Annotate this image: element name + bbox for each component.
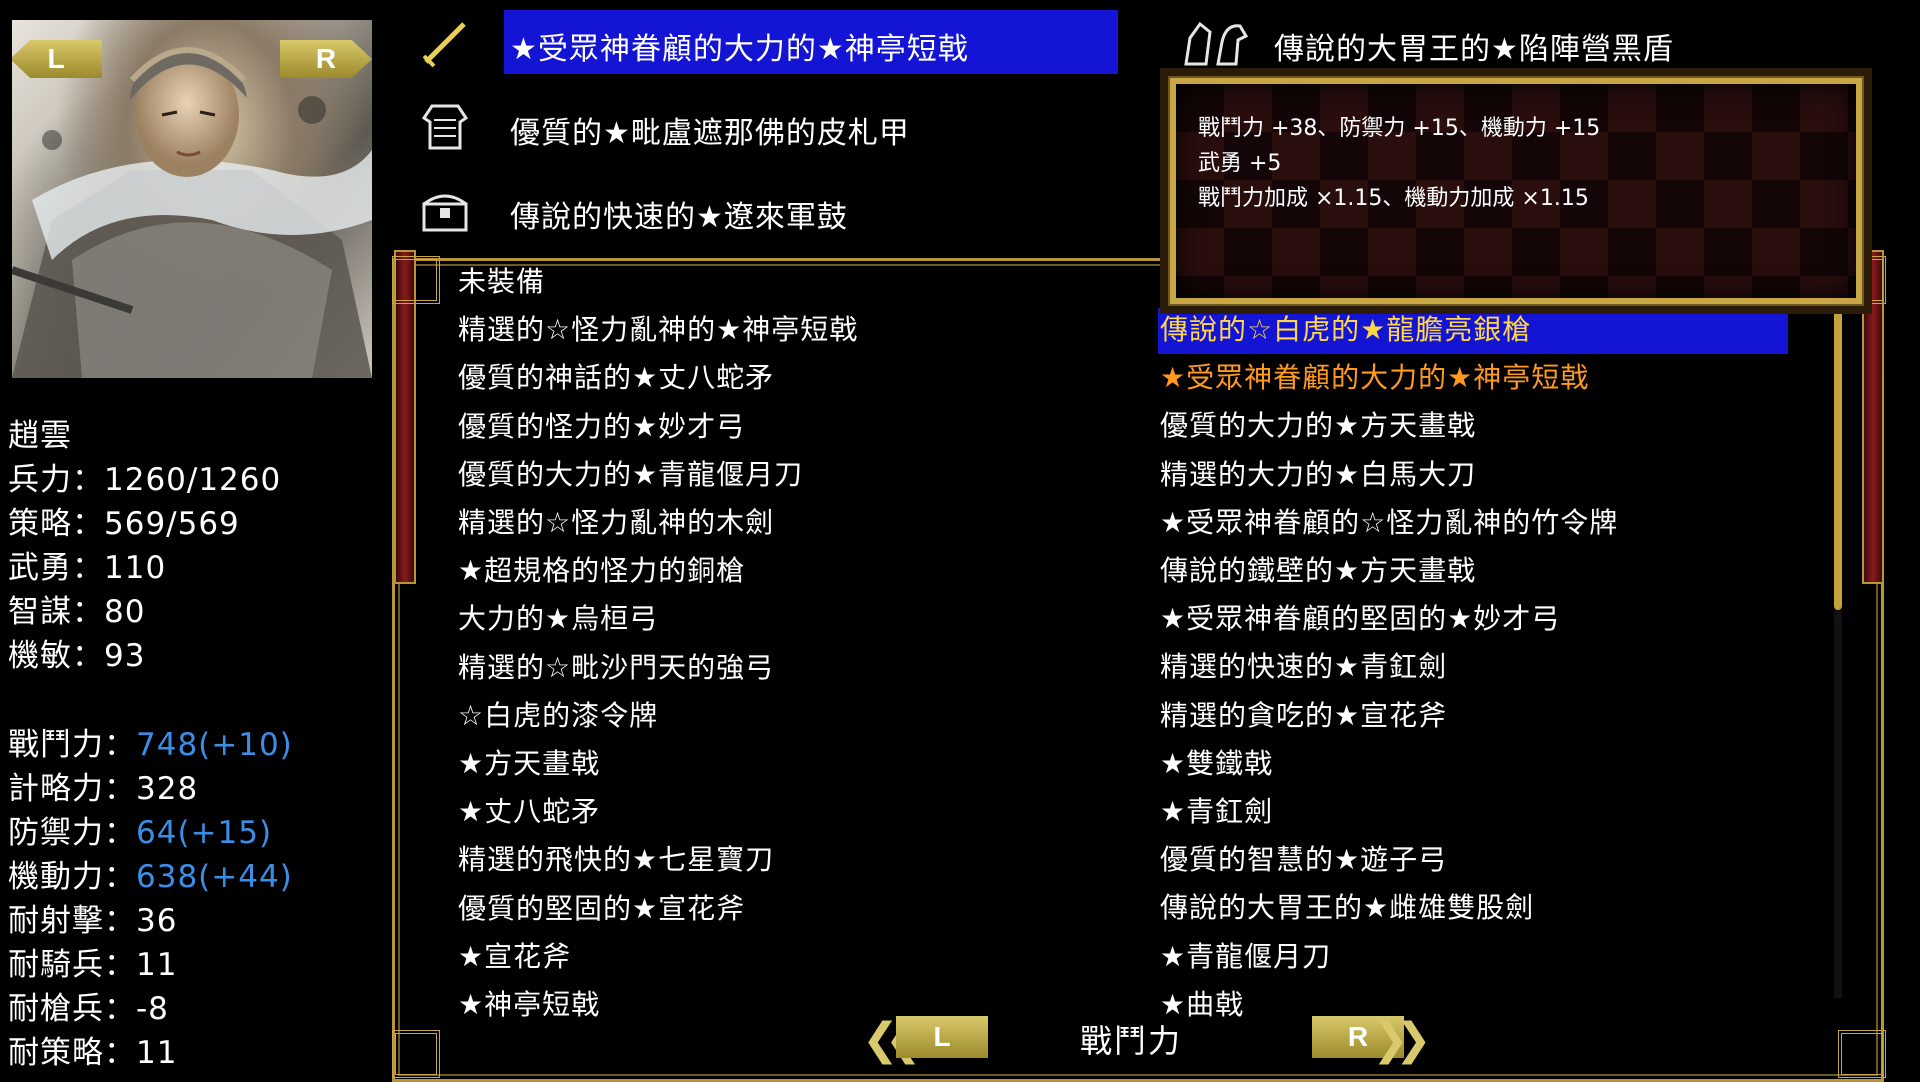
list-item[interactable]: ★方天畫戟	[458, 744, 600, 784]
stat-value: 11	[136, 947, 178, 983]
sword-icon	[420, 18, 470, 68]
list-item[interactable]: 精選的飛快的★七星寶刀	[458, 840, 774, 880]
stat-row: 兵力：1260/1260	[8, 458, 281, 502]
stat-row: 策略：569/569	[8, 502, 240, 546]
stat-label: 耐槍兵：	[8, 991, 136, 1027]
list-item[interactable]: ★受眾神眷顧的堅固的★妙才弓	[1160, 599, 1560, 639]
panel-corner-bl	[392, 1030, 440, 1078]
armor-icon	[420, 102, 470, 152]
sort-prev-label: L	[933, 1021, 951, 1052]
stat-value: 569/569	[104, 506, 240, 542]
hero-name: 趙雲	[8, 418, 72, 454]
stat-row: 耐射擊：36	[8, 899, 177, 943]
stat-row: 計略力：328	[8, 767, 198, 811]
list-item[interactable]: 精選的快速的★青釭劍	[1160, 647, 1447, 687]
list-item[interactable]: ★受眾神眷顧的☆怪力亂神的竹令牌	[1160, 503, 1618, 543]
stat-value: 748(+10)	[136, 727, 293, 763]
stat-label: 智謀：	[8, 594, 104, 630]
panel-corner-tl	[392, 256, 440, 304]
list-item[interactable]: 精選的大力的★白馬大刀	[1160, 455, 1476, 495]
list-item[interactable]: 優質的堅固的★宣花斧	[458, 889, 745, 929]
tooltip-line: 戰鬥力加成 ×1.15、機動力加成 ×1.15	[1198, 186, 1589, 211]
stat-row: 耐槍兵：-8	[8, 987, 169, 1031]
stat-label: 耐騎兵：	[8, 947, 136, 983]
stat-row: 戰鬥力：748(+10)	[8, 723, 293, 767]
portrait-prev-label: L	[47, 43, 65, 74]
list-item[interactable]: ★雙鐵戟	[1160, 744, 1273, 784]
list-item[interactable]: ☆白虎的漆令牌	[458, 696, 658, 736]
stat-label: 防禦力：	[8, 815, 136, 851]
stat-label: 戰鬥力：	[8, 727, 136, 763]
stat-value: 93	[104, 638, 146, 674]
portrait-prev-button[interactable]: L	[12, 40, 102, 78]
stat-value: 328	[136, 771, 199, 807]
list-item[interactable]: 精選的☆怪力亂神的★神亭短戟	[458, 310, 858, 350]
stat-row: 武勇：110	[8, 546, 166, 590]
stat-row: 機動力：638(+44)	[8, 855, 293, 899]
stat-row: 智謀：80	[8, 590, 145, 634]
list-item[interactable]: 傳說的大胃王的★雌雄雙股劍	[1160, 888, 1534, 928]
equipment-slot-mount[interactable]: 傳說的大胃王的★陷陣營黑盾	[1274, 24, 1674, 68]
horse-icon	[1180, 18, 1249, 68]
list-item[interactable]: 優質的神話的★丈八蛇矛	[458, 358, 774, 398]
equipment-slot-armor[interactable]: 優質的★毗盧遮那佛的皮札甲	[510, 108, 910, 152]
list-item[interactable]: 大力的★烏桓弓	[458, 599, 658, 639]
sort-criterion-label: 戰鬥力	[1080, 1022, 1183, 1060]
stat-value: 80	[104, 594, 146, 630]
treasure-chest-icon	[420, 186, 470, 236]
list-item[interactable]: 未裝備	[458, 262, 545, 302]
stat-value: 11	[136, 1035, 178, 1071]
sort-prev-button[interactable]: L	[896, 1016, 988, 1058]
equipment-slot-weapon[interactable]: ★受眾神眷顧的大力的★神亭短戟	[510, 24, 969, 68]
hero-portrait: L R	[12, 20, 372, 378]
stat-value: 36	[136, 903, 178, 939]
stat-label: 計略力：	[8, 771, 136, 807]
list-item[interactable]: 傳說的鐵壁的★方天畫戟	[1160, 551, 1476, 591]
list-item[interactable]: 精選的☆毗沙門天的強弓	[458, 648, 774, 688]
chevron-right-icon: ❯❯	[1372, 1014, 1432, 1065]
stat-value: 638(+44)	[136, 859, 293, 895]
list-item[interactable]: ★青釭劍	[1160, 792, 1273, 832]
stat-label: 機敏：	[8, 638, 104, 674]
stat-value: -8	[136, 991, 169, 1027]
sort-next-label: R	[1347, 1021, 1369, 1052]
stat-label: 策略：	[8, 506, 104, 542]
item-list-scroll-thumb[interactable]	[1834, 308, 1842, 610]
list-item[interactable]: ★超規格的怪力的銅槍	[458, 551, 745, 591]
list-item[interactable]: 優質的怪力的★妙才弓	[458, 407, 745, 447]
stat-row: 機敏：93	[8, 634, 145, 678]
equipment-slot-accessory[interactable]: 傳說的快速的★遼來軍鼓	[510, 192, 848, 236]
stat-row: 耐策略：11	[8, 1031, 177, 1075]
list-item[interactable]: ★宣花斧	[458, 937, 571, 977]
tooltip-line: 戰鬥力 +38、防禦力 +15、機動力 +15	[1198, 116, 1601, 141]
list-item[interactable]: 優質的大力的★方天畫戟	[1160, 406, 1476, 446]
list-item[interactable]: 精選的貪吃的★宣花斧	[1160, 696, 1447, 736]
stat-row: 防禦力：64(+15)	[8, 811, 272, 855]
item-tooltip: 戰鬥力 +38、防禦力 +15、機動力 +15 武勇 +5 戰鬥力加成 ×1.1…	[1168, 76, 1864, 306]
stat-value: 110	[104, 550, 167, 586]
stat-row: 耐騎兵：11	[8, 943, 177, 987]
list-item[interactable]: 優質的大力的★青龍偃月刀	[458, 455, 803, 495]
stat-label: 武勇：	[8, 550, 104, 586]
stat-label: 兵力：	[8, 462, 104, 498]
list-item[interactable]: ★受眾神眷顧的大力的★神亭短戟	[1160, 358, 1589, 398]
list-item[interactable]: 精選的☆怪力亂神的木劍	[458, 503, 774, 543]
portrait-next-label: R	[315, 43, 337, 74]
list-item[interactable]: 傳說的☆白虎的★龍膽亮銀槍	[1160, 310, 1531, 350]
list-item[interactable]: ★青龍偃月刀	[1160, 937, 1331, 977]
stat-value: 1260/1260	[104, 462, 282, 498]
list-item[interactable]: ★丈八蛇矛	[458, 792, 600, 832]
panel-corner-br	[1838, 1030, 1886, 1078]
stat-label: 機動力：	[8, 859, 136, 895]
stat-label: 耐射擊：	[8, 903, 136, 939]
list-item[interactable]: ★神亭短戟	[458, 985, 600, 1025]
stat-label: 耐策略：	[8, 1035, 136, 1071]
list-item[interactable]: 優質的智慧的★遊子弓	[1160, 840, 1447, 880]
tooltip-line: 武勇 +5	[1198, 151, 1282, 176]
stat-value: 64(+15)	[136, 815, 273, 851]
